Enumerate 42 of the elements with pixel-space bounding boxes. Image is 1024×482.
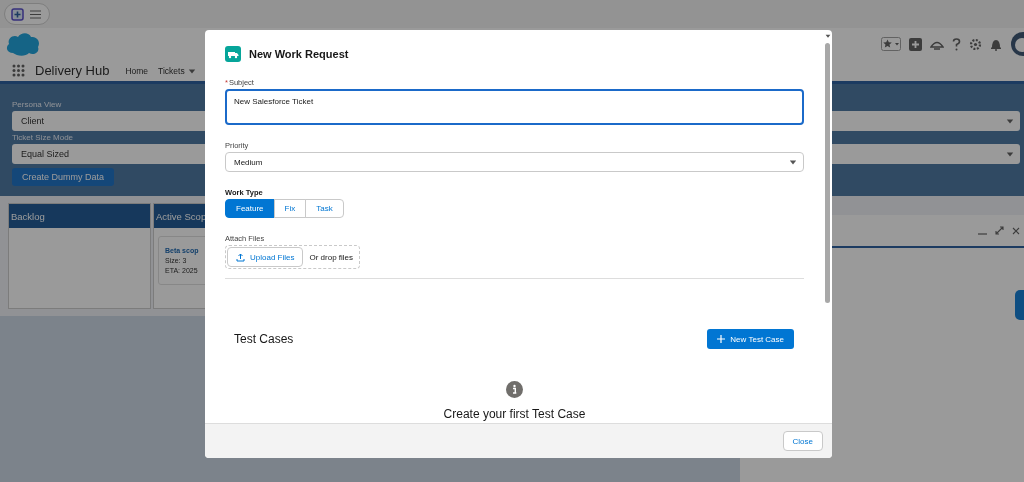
cloud-logo <box>5 31 41 57</box>
dropdown-arrow-icon <box>789 158 797 166</box>
field-label: Persona View <box>12 100 62 109</box>
column-header: Backlog <box>9 204 150 228</box>
close-icon[interactable] <box>1012 226 1020 235</box>
nav-tab[interactable]: Tickets <box>158 65 196 76</box>
upload-icon <box>236 252 245 262</box>
chat-tab[interactable] <box>1015 290 1024 320</box>
chevron-down-icon <box>187 66 196 75</box>
app-switcher-pill[interactable] <box>4 3 50 25</box>
file-dropzone[interactable]: Upload Files Or drop files <box>225 245 361 269</box>
info-icon <box>506 381 523 398</box>
empty-state-message: Create your first Test Case <box>443 407 586 421</box>
modal-title: New Work Request <box>249 48 349 60</box>
create-data-button[interactable]: Create Dummy Data <box>12 168 115 186</box>
expand-icon[interactable] <box>995 226 1004 235</box>
favorites-icon[interactable] <box>881 37 901 51</box>
truck-icon <box>225 46 241 62</box>
nav-tab[interactable]: Home <box>125 65 149 76</box>
segment-button[interactable]: Task <box>305 199 344 218</box>
settings-icon[interactable] <box>969 37 982 51</box>
menu-icon <box>30 9 41 19</box>
field-label: Ticket Size Mode <box>12 133 74 142</box>
scroll-up-icon <box>824 33 831 39</box>
dropdown-arrow-icon <box>1006 117 1014 125</box>
close-button[interactable]: Close <box>782 431 823 451</box>
segment-button[interactable]: Feature <box>225 199 275 218</box>
app-name: Delivery Hub <box>35 63 110 78</box>
bell-icon[interactable] <box>990 37 1002 51</box>
section-title: Test Cases <box>234 332 294 346</box>
dropdown-arrow-icon <box>1006 150 1014 158</box>
upload-button[interactable]: Upload Files <box>227 247 304 267</box>
subject-textarea[interactable]: New Salesforce Ticket <box>225 89 804 125</box>
avatar-icon[interactable] <box>1010 31 1024 57</box>
help-icon[interactable] <box>952 37 961 51</box>
app-launcher-icon[interactable] <box>12 64 25 77</box>
plus-square-icon <box>11 7 24 21</box>
new-test-case-button[interactable]: New Test Case <box>707 329 794 349</box>
add-icon[interactable] <box>909 37 922 51</box>
plus-icon <box>717 335 726 343</box>
priority-select[interactable]: Medium <box>225 152 804 172</box>
drop-hint: Or drop files <box>309 252 354 262</box>
